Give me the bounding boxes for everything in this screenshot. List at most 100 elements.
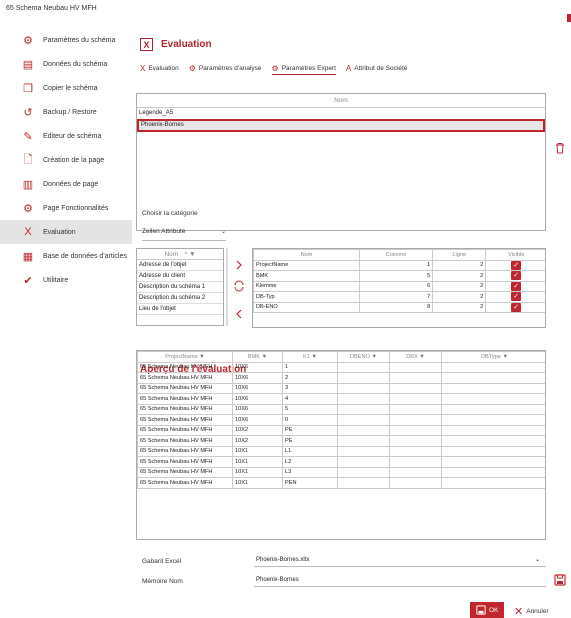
trash-icon[interactable]: [555, 142, 565, 154]
cell-ligne[interactable]: 2: [432, 270, 487, 282]
cell-colonne[interactable]: 8: [358, 301, 434, 313]
category-value: Zeilen Attribute: [142, 228, 186, 235]
tab-attribut-de-soci-t[interactable]: A Attribut de Société: [346, 62, 407, 75]
table-row[interactable]: 65 Schema Neubau HV MFH 10X6 2: [137, 372, 545, 384]
sidebar-item-param-tres-du-sch-ma[interactable]: ⚙ Paramètres du schéma: [0, 28, 132, 52]
swap-icon[interactable]: [233, 280, 245, 292]
attribute-list-header-label: Nom: [164, 251, 179, 258]
move-left-icon[interactable]: [235, 309, 243, 319]
sidebar-item-label: Page Fonctionnalités: [43, 204, 109, 212]
category-dropdown[interactable]: Zeilen Attribute ⌄: [142, 228, 226, 241]
list-item[interactable]: Description du schéma 1: [137, 282, 223, 293]
filter-icon[interactable]: ▼: [502, 354, 508, 360]
table-cell: 10X1: [232, 466, 283, 478]
cell-ligne[interactable]: 2: [432, 291, 487, 303]
column-header[interactable]: BMK ▼: [232, 351, 283, 363]
nom-list-header: Nom: [137, 94, 545, 108]
memoire-input[interactable]: Phoenix-Bornes: [254, 574, 546, 587]
table-row[interactable]: DB-ENO 8 2 ✓: [253, 301, 545, 313]
table-row[interactable]: 65 Schema Neubau HV MFH 10X1 L1: [137, 445, 545, 457]
table-cell: 10X1: [232, 456, 283, 468]
table-cell: 10X6: [232, 372, 283, 384]
chevron-down-icon: ⌄: [534, 557, 540, 563]
cell-colonne[interactable]: 6: [358, 280, 434, 292]
sidebar-item-cr-ation-de-la-page[interactable]: 🗋 Création de la page: [0, 148, 132, 172]
sidebar-item-backup-restore[interactable]: ↺ Backup / Restore: [0, 100, 132, 124]
table-row[interactable]: 65 Schema Neubau HV MFH 10X6 5: [137, 403, 545, 415]
cell-ligne[interactable]: 2: [432, 301, 487, 313]
column-header[interactable]: ProjectName ▼: [137, 351, 233, 363]
cancel-button[interactable]: ✕ Annuler: [514, 605, 549, 618]
visible-checkbox[interactable]: ✓: [511, 302, 522, 312]
sidebar-item-evaluation[interactable]: X Evaluation: [0, 220, 132, 244]
table-row[interactable]: 65 Schema Neubau HV MFH 10X2 PE: [137, 435, 545, 447]
tab-label: Paramètres Expert: [281, 64, 336, 72]
table-row[interactable]: BMK 5 2 ✓: [253, 270, 545, 282]
sidebar-item-utilitaire[interactable]: ✔ Utilitaire: [0, 268, 132, 292]
sidebar-item-base-de-donn-es-d-articles[interactable]: ▦ Base de données d'articles: [0, 244, 132, 268]
table-row[interactable]: 65 Schema Neubau HV MFH 10X6 3: [137, 382, 545, 394]
preview-table[interactable]: ProjectName ▼ BMK ▼ K1 ▼ DBENO ▼ DBX ▼ DBType…: [136, 350, 546, 540]
table-row[interactable]: DB-Typ 7 2 ✓: [253, 291, 545, 303]
table-row[interactable]: 65 Schema Neubau HV MFH 10X6 4: [137, 393, 545, 405]
visible-checkbox[interactable]: ✓: [511, 260, 522, 270]
sidebar-item-editeur-de-sch-ma[interactable]: ✎ Editeur de schéma: [0, 124, 132, 148]
move-right-icon[interactable]: [235, 260, 243, 270]
table-row[interactable]: 65 Schema Neubau HV MFH 10X6 0: [137, 414, 545, 426]
cell-ligne[interactable]: 2: [432, 280, 487, 292]
table-cell: L1: [282, 445, 338, 457]
sidebar-item-label: Création de la page: [43, 156, 105, 164]
visible-checkbox[interactable]: ✓: [511, 292, 522, 302]
tab-evaluation[interactable]: X Evaluation: [140, 62, 179, 75]
column-header[interactable]: Visible: [485, 249, 545, 261]
column-header-label: K1: [303, 353, 310, 360]
list-item[interactable]: Adresse de l'objet: [137, 260, 223, 271]
sidebar-item-label: Evaluation: [43, 228, 76, 236]
table-row[interactable]: 65 Schema Neubau HV MFH 10X1 L2: [137, 456, 545, 468]
sort-icon[interactable]: ^ ▼: [184, 249, 195, 259]
tab-label: Paramètres d'analyse: [198, 65, 262, 72]
list-item[interactable]: Adresse du client: [137, 271, 223, 282]
column-header[interactable]: DBENO ▼: [337, 351, 390, 363]
list-item[interactable]: Lieu de l'objet: [137, 304, 223, 315]
list-item[interactable]: Description du schéma 2: [137, 293, 223, 304]
column-header[interactable]: Nom: [253, 249, 360, 261]
list-item-selected[interactable]: Phoenix-Bornes: [137, 119, 545, 132]
sidebar-item-donn-es-du-sch-ma[interactable]: ▤ Données du schéma: [0, 52, 132, 76]
tab-param-tres-d-analyse[interactable]: ⚙ Paramètres d'analyse: [189, 62, 262, 75]
attribute-list[interactable]: Nom ^ ▼ Adresse de l'objet Adresse du clie…: [136, 248, 224, 326]
filter-icon[interactable]: ▼: [262, 354, 268, 360]
cell-colonne[interactable]: 5: [358, 270, 434, 282]
sidebar-item-donn-es-de-page[interactable]: ▥ Données de page: [0, 172, 132, 196]
column-table[interactable]: Nom Colonne Ligne Visible ProjectName 1 2 ✓ BMK 5…: [252, 248, 546, 328]
table-row[interactable]: ProjectName 1 2 ✓: [253, 259, 545, 271]
cell-colonne[interactable]: 7: [358, 291, 434, 303]
table-row[interactable]: 65 Schema Neubau HV MFH 10X6 1: [137, 361, 545, 373]
close-button[interactable]: [567, 14, 571, 22]
gabarit-label: Gabarit Excel: [142, 558, 182, 565]
gabarit-dropdown[interactable]: Phoenix-Bornes.xltx ⌄: [254, 554, 546, 567]
filter-icon[interactable]: ▼: [371, 354, 377, 360]
column-header[interactable]: K1 ▼: [282, 351, 338, 363]
list-item[interactable]: Legende_A5: [137, 108, 545, 119]
table-row[interactable]: 65 Schema Neubau HV MFH 10X2 PE: [137, 424, 545, 436]
filter-icon[interactable]: ▼: [419, 354, 425, 360]
cell-colonne[interactable]: 1: [358, 259, 434, 271]
column-header[interactable]: DBType ▼: [441, 351, 545, 363]
tab-param-tres-expert[interactable]: ⚙ Paramètres Expert: [271, 62, 336, 75]
filter-icon[interactable]: ▼: [199, 354, 205, 360]
visible-checkbox[interactable]: ✓: [511, 271, 522, 281]
table-cell: 65 Schema Neubau HV MFH: [137, 372, 233, 384]
table-row[interactable]: 65 Schema Neubau HV MFH 10X1 L3: [137, 466, 545, 478]
column-header[interactable]: Colonne: [358, 249, 434, 261]
sidebar-item-copier-le-sch-ma[interactable]: ❐ Copier le schéma: [0, 76, 132, 100]
column-header[interactable]: DBX ▼: [389, 351, 442, 363]
table-row[interactable]: Klemme 6 2 ✓: [253, 280, 545, 292]
table-row[interactable]: 65 Schema Neubau HV MFH 10X1 PEN: [137, 477, 545, 489]
column-header[interactable]: Ligne: [432, 249, 487, 261]
visible-checkbox[interactable]: ✓: [511, 281, 522, 291]
filter-icon[interactable]: ▼: [311, 354, 317, 360]
cell-ligne[interactable]: 2: [432, 259, 487, 271]
sidebar-item-page-fonctionnalit-s[interactable]: ⚙ Page Fonctionnalités: [0, 196, 132, 220]
save-icon[interactable]: [554, 574, 566, 586]
